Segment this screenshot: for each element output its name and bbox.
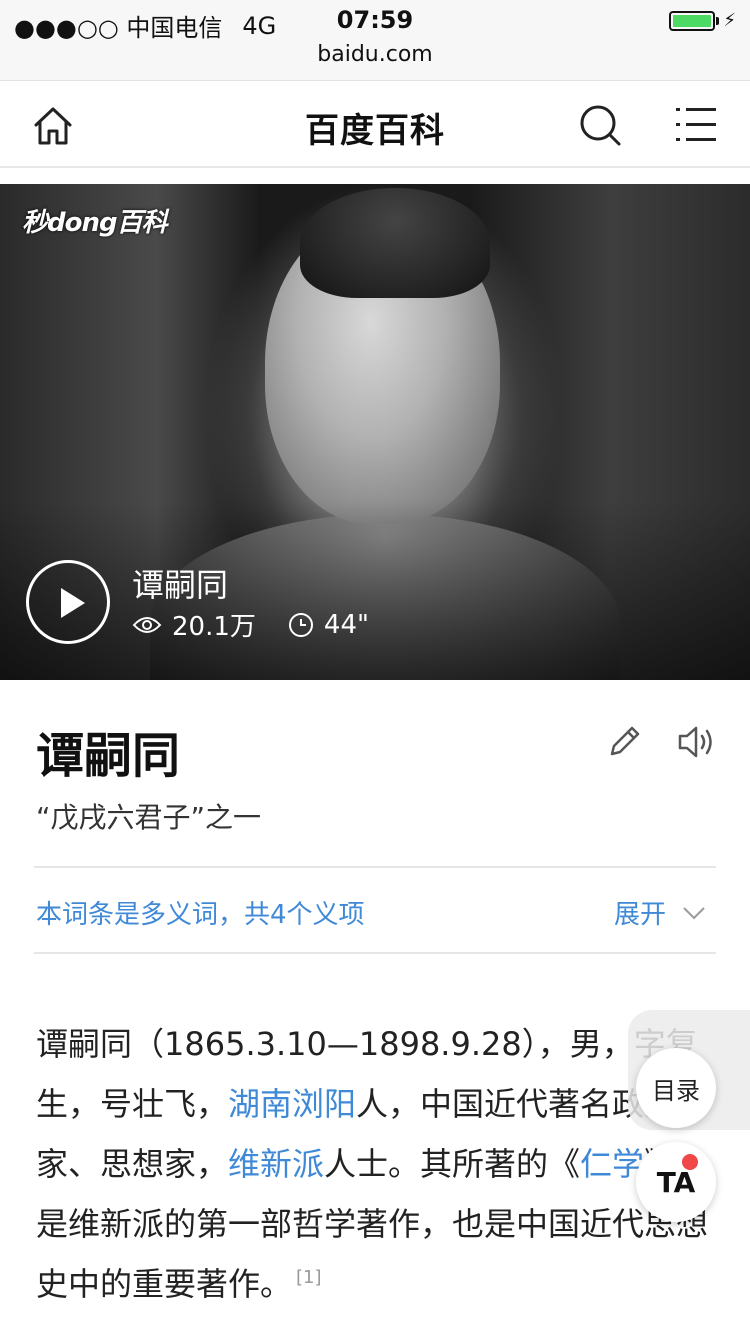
top-nav: 百度百科 bbox=[0, 80, 750, 168]
polysemy-note[interactable]: 本词条是多义词，共4个义项 bbox=[36, 894, 365, 931]
battery-icon: ⚡ bbox=[669, 10, 736, 31]
status-bar: ●●●○○ 中国电信 4G 07:59 baidu.com ⚡ bbox=[0, 0, 750, 80]
link-renxue[interactable]: 仁学 bbox=[580, 1145, 644, 1183]
clock-icon bbox=[288, 612, 313, 637]
article-subtitle: “戊戌六君子”之一 bbox=[36, 801, 262, 834]
video-logo: 秒dong百科 bbox=[22, 208, 168, 238]
charging-icon: ⚡ bbox=[723, 10, 736, 31]
summary-text: 人士。其所著的《 bbox=[324, 1145, 581, 1183]
play-button[interactable] bbox=[26, 560, 110, 644]
expand-label: 展开 bbox=[614, 900, 667, 930]
article-summary: 谭嗣同（1865.3.10—1898.9.28），男，字复生，号壮飞，湖南浏阳人… bbox=[36, 1014, 716, 1314]
view-count: 20.1万 bbox=[172, 612, 256, 642]
status-time: 07:59 bbox=[336, 6, 414, 34]
notification-dot bbox=[682, 1154, 698, 1170]
video-title: 谭嗣同 bbox=[132, 566, 229, 604]
reference-marker[interactable]: [1] bbox=[296, 1267, 322, 1288]
divider bbox=[34, 952, 716, 954]
battery-level bbox=[673, 14, 712, 27]
link-hunan-liuyang[interactable]: 湖南浏阳 bbox=[228, 1085, 356, 1123]
speaker-icon[interactable] bbox=[676, 722, 720, 762]
expand-button[interactable]: 展开 bbox=[614, 894, 706, 931]
toc-button[interactable]: 目录 bbox=[636, 1048, 716, 1128]
chevron-down-icon bbox=[683, 906, 705, 919]
video-duration: 44" bbox=[323, 609, 369, 640]
edit-icon[interactable] bbox=[604, 722, 644, 762]
divider bbox=[34, 866, 716, 868]
url-label[interactable]: baidu.com bbox=[0, 42, 750, 67]
video-meta: 20.1万 44" bbox=[132, 606, 369, 643]
video-player[interactable]: 秒dong百科 谭嗣同 20.1万 44" bbox=[0, 184, 750, 680]
ta-button[interactable]: TA bbox=[636, 1142, 716, 1222]
article-title: 谭嗣同 bbox=[36, 728, 181, 784]
link-weixinpai[interactable]: 维新派 bbox=[228, 1145, 324, 1183]
page-title[interactable]: 百度百科 bbox=[0, 103, 750, 152]
search-icon[interactable] bbox=[578, 103, 622, 147]
menu-icon[interactable] bbox=[674, 105, 718, 145]
eye-icon bbox=[132, 616, 162, 633]
